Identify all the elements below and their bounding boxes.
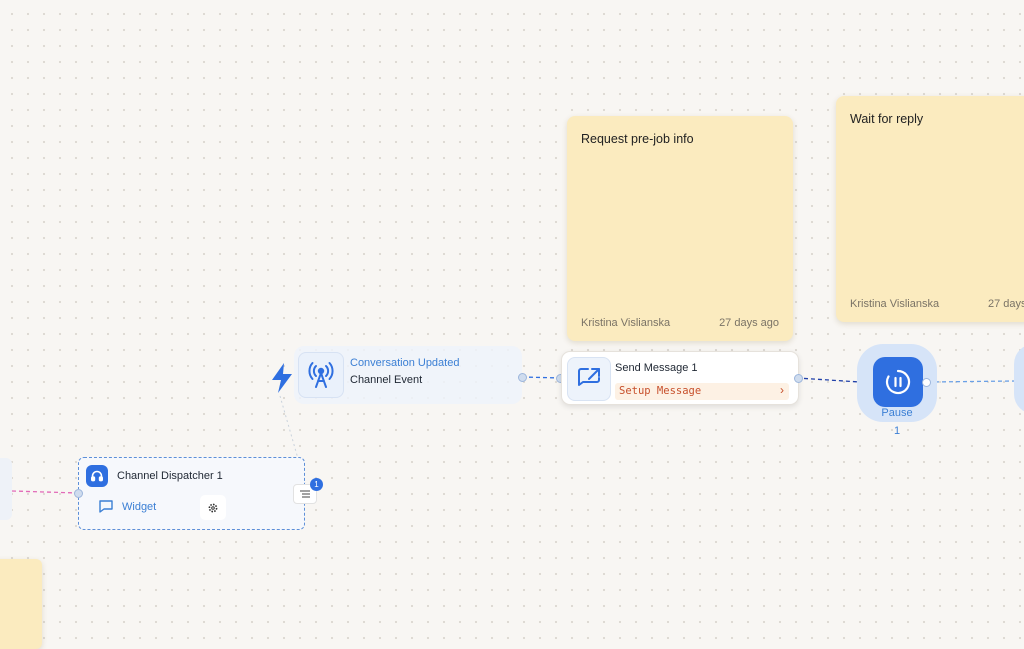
note-author: Kristina Vislianska: [850, 298, 940, 310]
note-author: Kristina Vislianska: [581, 317, 671, 329]
headset-icon: [86, 465, 108, 487]
send-message-node[interactable]: Send Message 1 Setup Message ›: [561, 351, 799, 405]
output-port[interactable]: [794, 374, 803, 383]
list-icon: [300, 490, 310, 498]
output-port[interactable]: [922, 378, 931, 387]
note-title: Wait for reply: [850, 112, 924, 126]
note-title: Request pre-job info: [581, 132, 694, 146]
setup-message-label: Setup Message: [619, 385, 702, 397]
note-time: 27 days: [988, 298, 1024, 310]
chat-bubble-icon: [99, 500, 113, 513]
lightning-icon: [272, 363, 292, 393]
node-title: Channel Dispatcher 1: [117, 470, 223, 482]
note-time: 27 days ago: [719, 317, 779, 329]
pause-button[interactable]: [873, 357, 923, 407]
partial-next-node[interactable]: [1014, 344, 1024, 414]
sticky-note-request[interactable]: Request pre-job info Kristina Vislianska…: [567, 116, 793, 341]
antenna-icon: [298, 352, 344, 398]
node-title: Send Message 1: [615, 362, 698, 374]
pause-count: 1: [893, 425, 901, 437]
widget-channel[interactable]: Widget: [122, 501, 156, 513]
pause-icon: [885, 369, 911, 395]
chevron-right-icon: ›: [780, 383, 784, 397]
trigger-node[interactable]: Conversation Updated Channel Event: [294, 346, 522, 404]
input-port[interactable]: [74, 489, 83, 498]
output-port[interactable]: [518, 373, 527, 382]
sticky-note-wait[interactable]: Wait for reply Kristina Vislianska 27 da…: [836, 96, 1024, 322]
trigger-type: Conversation Updated: [350, 357, 460, 369]
channel-dispatcher-node[interactable]: Channel Dispatcher 1 Widget: [78, 457, 305, 530]
pause-label: Pause: [881, 407, 913, 419]
partial-node[interactable]: [0, 458, 12, 520]
settings-button[interactable]: [200, 495, 226, 520]
count-badge: 1: [310, 478, 323, 491]
send-message-icon: [567, 357, 611, 401]
trigger-title: Channel Event: [350, 374, 423, 386]
setup-message-button[interactable]: Setup Message ›: [615, 383, 789, 400]
gear-icon: [208, 503, 218, 512]
